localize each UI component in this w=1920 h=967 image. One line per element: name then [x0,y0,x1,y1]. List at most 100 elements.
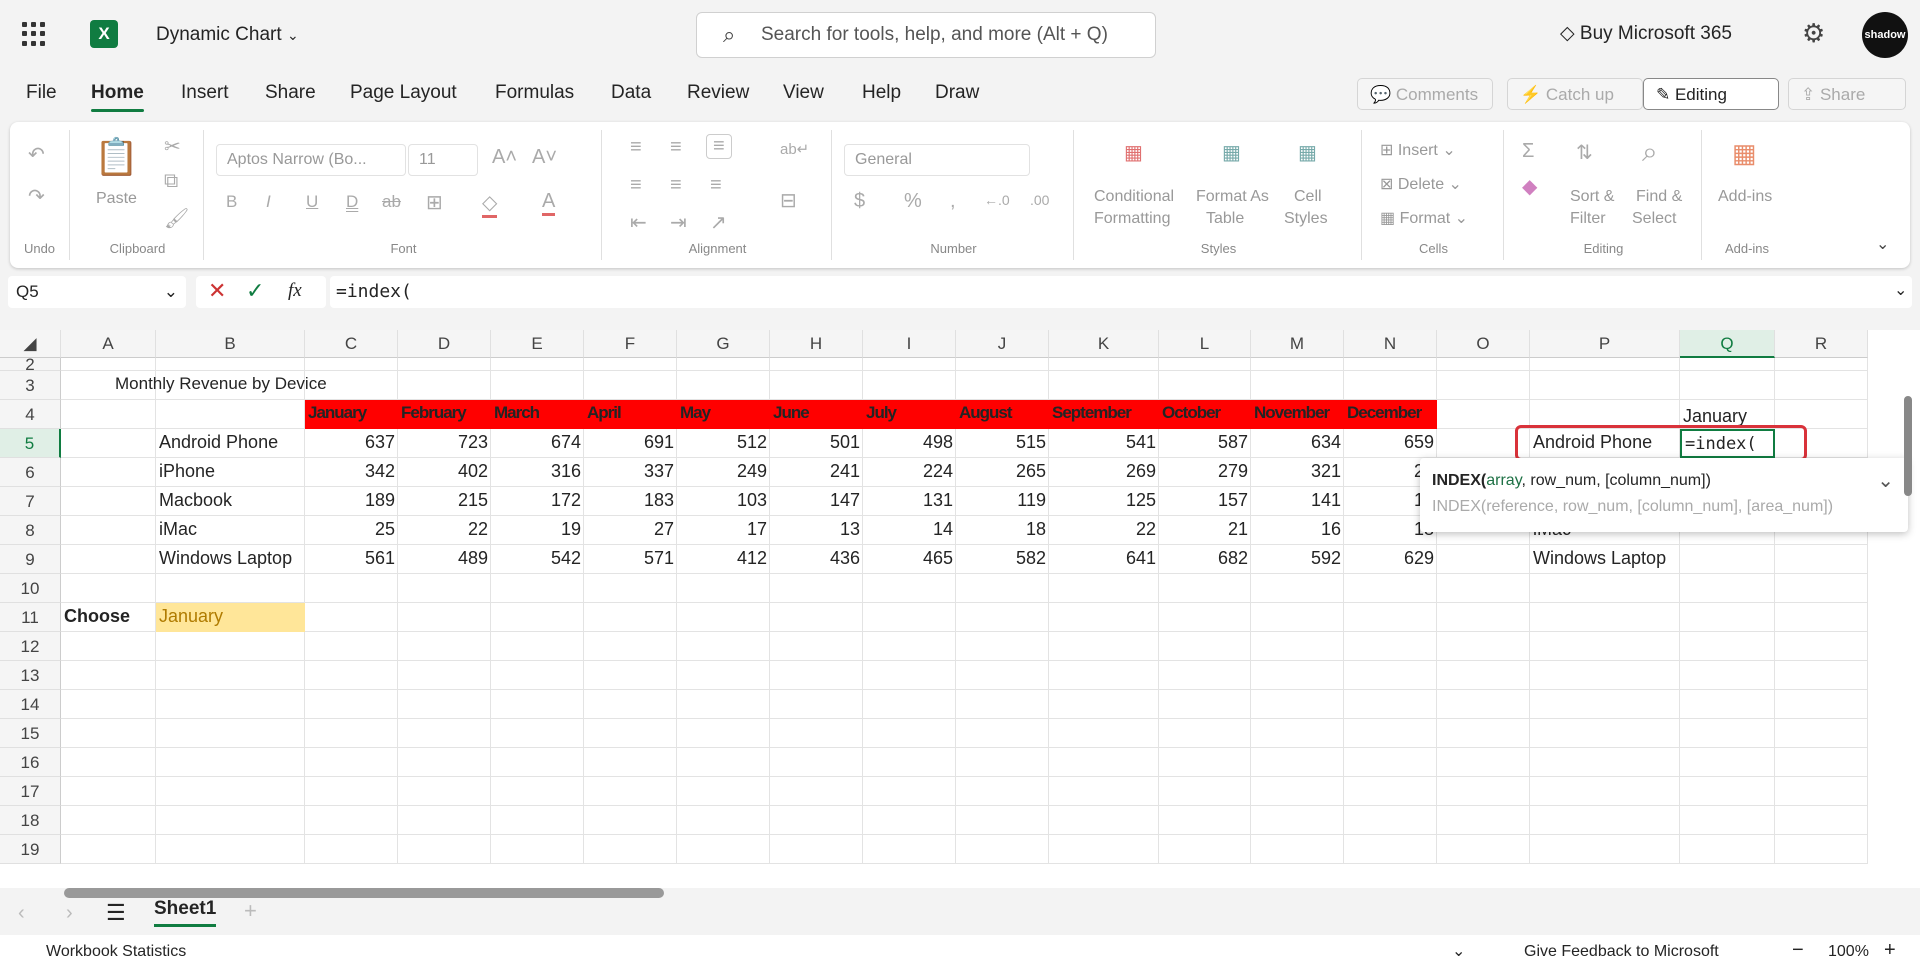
increase-font-icon[interactable]: A˄ [492,146,517,169]
cell[interactable] [1251,603,1344,632]
value-cell[interactable]: 17 [677,516,770,545]
month-header[interactable]: September [1049,400,1159,429]
cell[interactable] [398,661,491,690]
avatar[interactable]: shadow [1862,12,1908,58]
cell[interactable] [1049,835,1159,864]
column-header-H[interactable]: H [770,330,863,358]
prev-sheet-icon[interactable]: ‹ [18,902,25,925]
cell[interactable] [398,632,491,661]
value-cell[interactable]: 402 [398,458,491,487]
cell[interactable] [305,632,398,661]
cell[interactable] [491,574,584,603]
cell[interactable] [305,748,398,777]
value-cell[interactable]: 512 [677,429,770,458]
enter-icon[interactable]: ✓ [246,278,264,304]
next-sheet-icon[interactable]: › [66,902,73,925]
cell[interactable] [584,632,677,661]
sheet-tab-sheet1[interactable]: Sheet1 [154,898,217,927]
cell[interactable] [1159,719,1251,748]
cell[interactable] [956,748,1049,777]
zoom-in-icon[interactable]: + [1884,939,1896,962]
cell[interactable] [956,835,1049,864]
cell[interactable] [1049,806,1159,835]
cell[interactable] [156,806,305,835]
row-header-11[interactable]: 11 [0,603,61,632]
value-cell[interactable]: 189 [305,487,398,516]
paste-button[interactable]: Paste [96,190,137,208]
cell[interactable] [61,574,156,603]
horizontal-scrollbar[interactable] [64,888,664,898]
value-cell[interactable]: 316 [491,458,584,487]
cell[interactable] [398,748,491,777]
cell[interactable] [156,748,305,777]
format-cells-button[interactable]: ▦ Format ⌄ [1380,208,1468,228]
strikethrough-icon[interactable]: ab [382,192,401,212]
cell[interactable] [61,545,156,574]
row-header-6[interactable]: 6 [0,458,61,487]
value-cell[interactable]: 16 [1251,516,1344,545]
cell[interactable] [1251,661,1344,690]
month-header[interactable]: August [956,400,1049,429]
tab-insert[interactable]: Insert [181,82,229,104]
cell[interactable] [305,806,398,835]
name-box[interactable]: Q5 ⌄ [8,276,186,308]
cell[interactable] [1049,632,1159,661]
cell[interactable] [1344,574,1437,603]
row-header-5[interactable]: 5 [0,429,61,458]
column-header-P[interactable]: P [1530,330,1680,358]
value-cell[interactable]: 582 [956,545,1049,574]
value-cell[interactable]: 321 [1251,458,1344,487]
cell[interactable] [1344,358,1437,371]
cell[interactable] [305,358,398,371]
orientation-icon[interactable]: ↗ [710,210,727,235]
value-cell[interactable]: 22 [398,516,491,545]
cell[interactable] [398,719,491,748]
cell[interactable] [1775,748,1868,777]
value-cell[interactable]: 241 [770,458,863,487]
percent-icon[interactable]: % [904,190,922,213]
row-header-16[interactable]: 16 [0,748,61,777]
workbook-statistics[interactable]: Workbook Statistics [46,943,186,961]
number-format-select[interactable]: General [844,144,1030,176]
cell[interactable] [584,574,677,603]
cell[interactable] [1251,748,1344,777]
redo-icon[interactable]: ↷ [28,184,45,209]
cell[interactable] [1251,574,1344,603]
clear-icon[interactable]: ◆ [1522,174,1537,199]
cell[interactable] [770,835,863,864]
cell[interactable] [1049,719,1159,748]
zoom-out-icon[interactable]: − [1792,939,1804,962]
column-header-I[interactable]: I [863,330,956,358]
cell[interactable] [156,400,305,429]
month-header[interactable]: March [491,400,584,429]
cell[interactable] [61,806,156,835]
value-cell[interactable]: 571 [584,545,677,574]
value-cell[interactable]: 629 [1344,545,1437,574]
select-all[interactable]: ◢ [0,330,61,358]
cell[interactable] [398,371,491,400]
autocomplete-option[interactable]: INDEX(array, row_num, [column_num]) [1432,472,1896,490]
currency-icon[interactable]: $ [854,190,865,213]
insert-cells-button[interactable]: ⊞ Insert ⌄ [1380,140,1456,160]
cell[interactable] [398,358,491,371]
cell[interactable] [863,371,956,400]
value-cell[interactable]: 682 [1159,545,1251,574]
device-name[interactable]: Windows Laptop [156,545,305,574]
value-cell[interactable]: 542 [491,545,584,574]
value-cell[interactable]: 269 [1049,458,1159,487]
cell[interactable] [863,603,956,632]
cancel-icon[interactable]: ✕ [208,278,226,304]
spreadsheet-grid[interactable]: ◢ A B C D E F G H I J K L M N O P Q R 2 3 4 5 6 7 8 9 10 11 12 13 14 15 1… [0,330,1920,890]
column-header-J[interactable]: J [956,330,1049,358]
row-header-12[interactable]: 12 [0,632,61,661]
cell[interactable] [1775,661,1868,690]
underline-icon[interactable]: U [306,192,318,212]
cell[interactable] [156,690,305,719]
cell[interactable] [1680,835,1775,864]
value-cell[interactable]: 541 [1049,429,1159,458]
cell[interactable] [1344,806,1437,835]
italic-icon[interactable]: I [266,192,271,212]
cell[interactable] [956,777,1049,806]
gear-icon[interactable]: ⚙ [1802,18,1825,49]
value-cell[interactable]: 18 [956,516,1049,545]
